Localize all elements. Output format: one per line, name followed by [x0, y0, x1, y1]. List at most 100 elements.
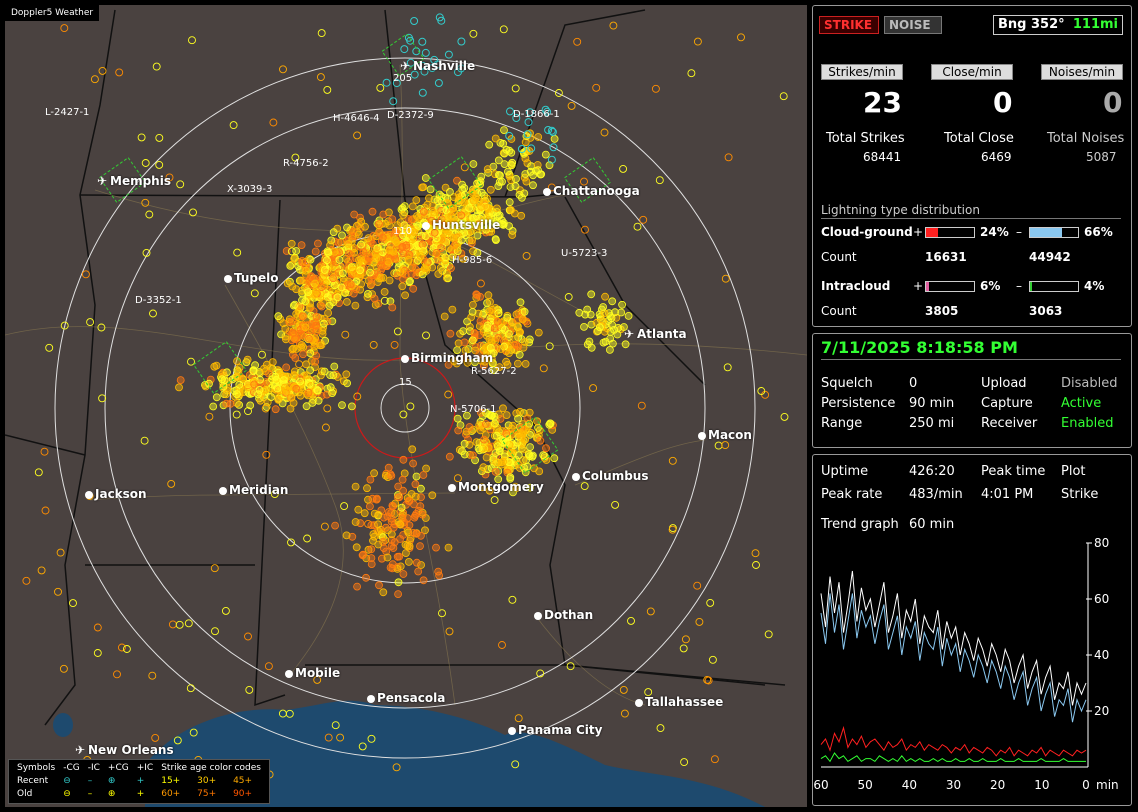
strike-marker [404, 558, 413, 566]
strike-marker [366, 268, 374, 277]
strike-marker [521, 435, 530, 444]
strike-marker [374, 540, 383, 549]
legend-age: 75+ [197, 789, 217, 799]
y-tick-label: 20 [1094, 704, 1109, 718]
setting-value[interactable]: 90 min [909, 396, 954, 411]
strike-marker [406, 402, 415, 411]
strike-marker [289, 344, 298, 353]
setting-value[interactable]: Disabled [1061, 376, 1117, 391]
strike-marker [539, 364, 548, 373]
strike-marker [651, 84, 660, 93]
strike-button[interactable]: STRIKE [819, 16, 879, 34]
city-dot-icon [85, 491, 93, 499]
strike-marker [585, 337, 594, 346]
strike-marker [757, 387, 766, 395]
strike-marker [404, 496, 413, 505]
strike-marker [337, 283, 346, 292]
strike-marker [34, 468, 43, 477]
strike-marker [522, 177, 531, 186]
strike-marker [491, 467, 500, 476]
strike-marker [468, 451, 477, 460]
strike-marker [714, 441, 723, 450]
recent-strike-marker [400, 45, 409, 54]
strike-marker [282, 363, 291, 372]
trend-graph-value[interactable]: 60 min [909, 517, 954, 532]
strike-marker [341, 330, 350, 339]
strike-marker [175, 383, 183, 392]
strike-marker [360, 509, 369, 518]
strike-marker [687, 69, 696, 78]
setting-value[interactable]: Active [1061, 396, 1101, 411]
strike-marker [655, 176, 664, 185]
strike-marker [468, 236, 477, 245]
setting-value[interactable]: 0 [909, 376, 917, 391]
setting-value[interactable]: Enabled [1061, 416, 1114, 431]
strike-marker [279, 65, 287, 74]
strike-marker [779, 92, 788, 101]
strike-marker [518, 315, 527, 324]
strike-marker [421, 174, 430, 182]
neg-ic-old-icon: – [87, 789, 93, 799]
strike-marker [502, 411, 511, 420]
x-tick-label: 30 [946, 778, 961, 792]
strike-marker [353, 582, 362, 591]
strike-marker [737, 33, 745, 42]
strike-marker [292, 384, 301, 393]
state-border [79, 192, 566, 198]
strike-marker [764, 630, 773, 639]
strike-marker [209, 402, 218, 411]
status-panel: STRIKE NOISE Bng 352° 111mi Strikes/min … [812, 5, 1132, 327]
x-unit-label: min [1096, 778, 1119, 792]
strike-marker [511, 182, 520, 191]
strike-marker [441, 253, 450, 262]
strike-marker [348, 266, 357, 275]
strike-marker [329, 274, 338, 283]
ic-positive-bar [925, 281, 975, 292]
setting-label: Receiver [981, 416, 1038, 431]
strike-marker [412, 558, 421, 567]
recent-strike-marker [418, 88, 427, 97]
strike-marker [344, 240, 353, 248]
strike-marker [472, 290, 481, 299]
strike-marker [601, 337, 610, 346]
lightning-map[interactable]: Doppler5 Weather ✈ Nashville ✈ Memphis Chatt… [5, 5, 807, 807]
strike-marker [395, 552, 404, 561]
total-close-value: 6469 [981, 150, 1012, 164]
strike-marker [391, 255, 400, 264]
city-label: Tallahassee [645, 695, 724, 709]
strike-marker [368, 207, 377, 216]
strike-marker [310, 342, 319, 351]
noise-button[interactable]: NOISE [884, 16, 942, 34]
city-dot-icon [698, 432, 706, 440]
strike-marker [304, 388, 313, 397]
strike-marker [491, 304, 500, 312]
plot-value[interactable]: Strike [1061, 487, 1098, 502]
strike-marker [438, 609, 446, 618]
symbol-legend: Symbols -CG -IC +CG +IC Strike age color… [8, 759, 270, 804]
strike-marker [480, 435, 488, 444]
strike-marker [186, 684, 195, 693]
strike-marker [334, 238, 343, 247]
strike-marker [413, 212, 421, 220]
strike-marker [357, 255, 365, 264]
strike-marker [444, 390, 453, 399]
state-border [305, 664, 786, 686]
strike-marker [320, 522, 329, 531]
storm-cell-label: 110 [393, 226, 413, 237]
storm-cell-label: H-4646-4 [333, 113, 380, 124]
strike-marker [243, 355, 252, 364]
setting-value[interactable]: 250 mi [909, 416, 954, 431]
strike-marker [430, 208, 439, 217]
strike-marker [297, 341, 306, 349]
strike-marker [535, 467, 544, 476]
storm-cell-label: R-4756-2 [283, 158, 329, 169]
strike-marker [45, 343, 54, 352]
ic-positive-count: 3805 [925, 304, 959, 318]
strike-marker [486, 185, 495, 194]
strike-marker [529, 181, 537, 190]
strike-marker [385, 246, 394, 255]
strike-marker [633, 222, 642, 231]
state-border [504, 9, 646, 198]
strike-marker [545, 420, 554, 429]
total-noises-value: 5087 [1086, 150, 1117, 164]
